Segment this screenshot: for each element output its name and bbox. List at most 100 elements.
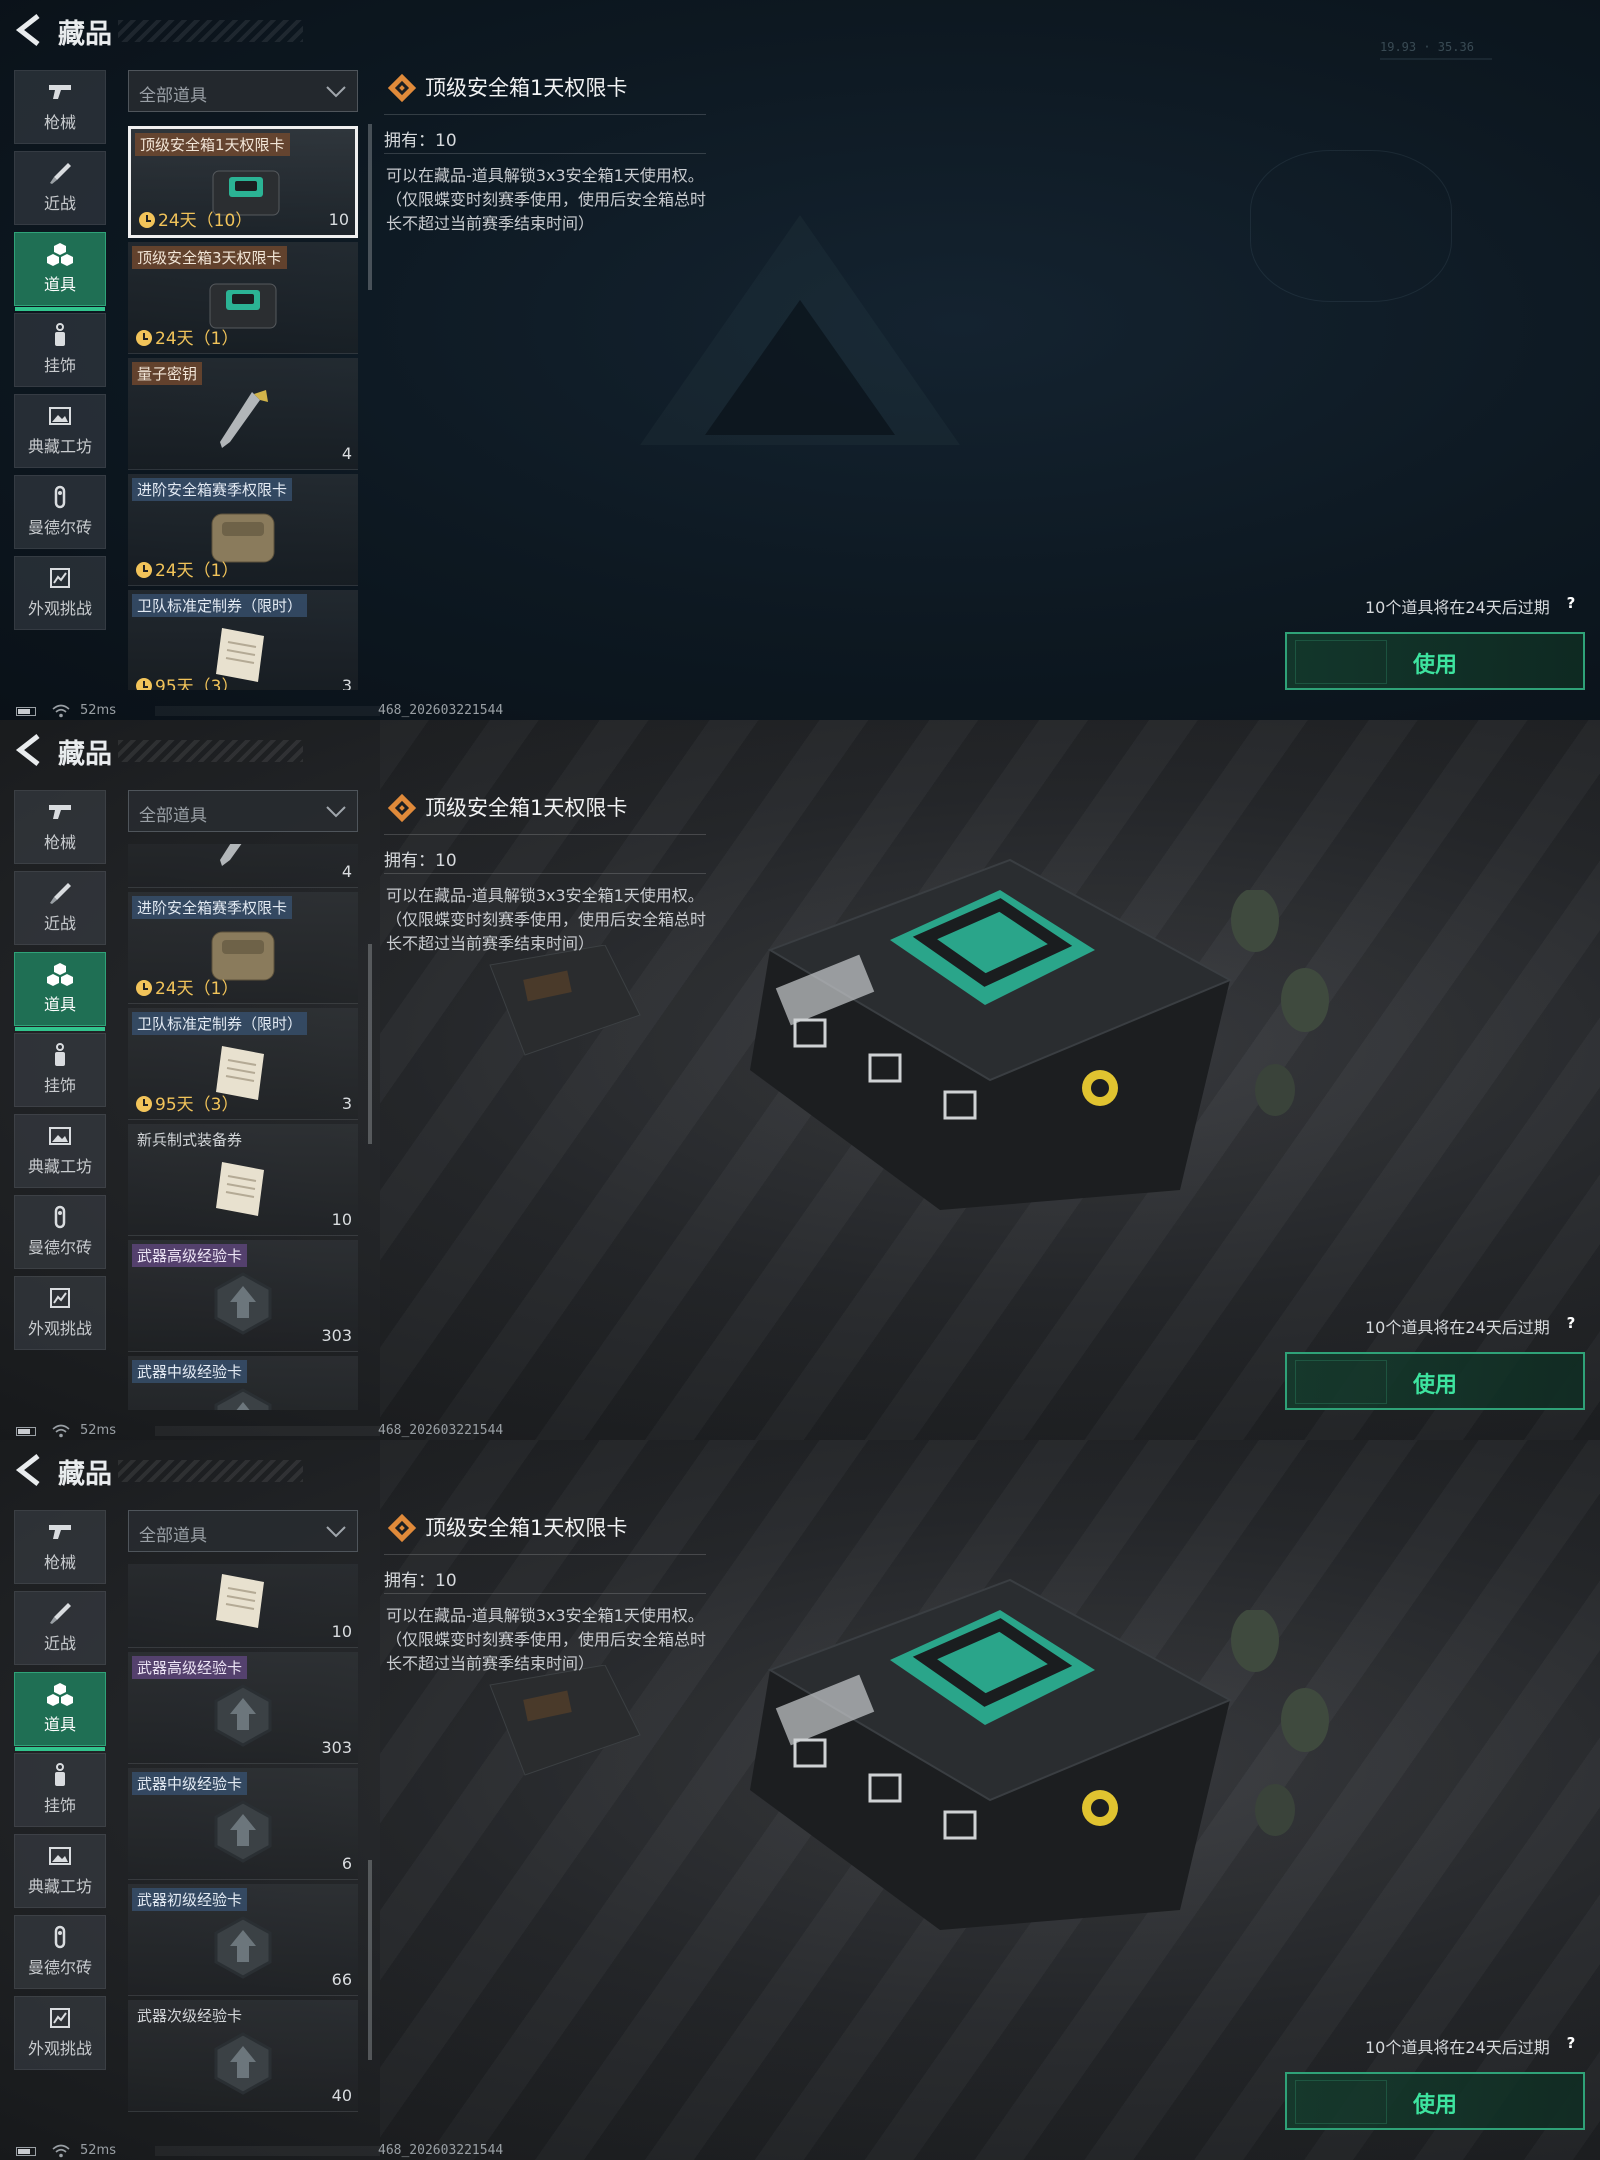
nav-item-4[interactable]: 典藏工坊 <box>14 1834 106 1908</box>
item-card[interactable]: 顶级安全箱1天权限卡 24天（10） 10 <box>128 126 358 238</box>
item-card[interactable]: 量子密钥 4 <box>128 358 358 470</box>
use-button[interactable]: 使用 <box>1285 2072 1585 2130</box>
nav-item-0[interactable]: 枪械 <box>14 1510 106 1584</box>
nav-item-3[interactable]: 挂饰 <box>14 1753 106 1827</box>
expire-notice: 10个道具将在24天后过期 <box>1365 1318 1550 1337</box>
clock-icon <box>139 212 155 228</box>
nav-item-0[interactable]: 枪械 <box>14 70 106 144</box>
nav-item-label: 道具 <box>43 275 76 294</box>
back-button[interactable] <box>14 732 46 768</box>
item-card[interactable]: 武器高级经验卡 303 <box>128 1240 358 1352</box>
nav-item-5[interactable]: 曼德尔砖 <box>14 1915 106 1989</box>
knife-icon <box>15 1592 105 1626</box>
item-card-name: 武器中级经验卡 <box>132 1772 248 1795</box>
nav-item-5[interactable]: 曼德尔砖 <box>14 475 106 549</box>
status-track <box>155 706 380 716</box>
item-card-name: 顶级安全箱1天权限卡 <box>135 133 290 156</box>
nav-item-1[interactable]: 近战 <box>14 1591 106 1665</box>
item-card[interactable]: 进阶安全箱赛季权限卡 24天（1） <box>128 474 358 586</box>
nav-item-3[interactable]: 挂饰 <box>14 1033 106 1107</box>
nav-item-6[interactable]: 外观挑战 <box>14 1276 106 1350</box>
item-card[interactable]: 武器中级经验卡 <box>128 1356 358 1410</box>
nav-item-5[interactable]: 曼德尔砖 <box>14 1195 106 1269</box>
nav-item-4[interactable]: 典藏工坊 <box>14 394 106 468</box>
nav-item-label: 曼德尔砖 <box>27 1238 92 1257</box>
nav-item-4[interactable]: 典藏工坊 <box>14 1114 106 1188</box>
nav-item-6[interactable]: 外观挑战 <box>14 1996 106 2070</box>
item-card-count: 303 <box>321 1738 352 1757</box>
item-card-name: 新兵制式装备券 <box>137 1131 243 1149</box>
list-scrollbar[interactable] <box>368 1860 372 2060</box>
nav-item-1[interactable]: 近战 <box>14 151 106 225</box>
nav-item-3[interactable]: 挂饰 <box>14 313 106 387</box>
badge-thumb <box>200 1680 286 1750</box>
item-card[interactable]: 新兵制式装备券 10 <box>128 1124 358 1236</box>
item-card-name: 卫队标准定制券（限时） <box>132 1012 308 1035</box>
item-card[interactable]: 武器次级经验卡 40 <box>128 2000 358 2112</box>
item-card-timer-text: 24天（1） <box>155 561 239 581</box>
item-card[interactable]: 武器中级经验卡 6 <box>128 1768 358 1880</box>
expire-notice: 10个道具将在24天后过期 <box>1365 598 1550 617</box>
nav-item-6[interactable]: 外观挑战 <box>14 556 106 630</box>
back-button[interactable] <box>14 12 46 48</box>
nav-item-label: 挂饰 <box>43 1076 76 1095</box>
item-card-timer-text: 95天（3） <box>155 1095 239 1115</box>
item-card-timer-text: 24天（1） <box>155 329 239 349</box>
item-card-name: 武器次级经验卡 <box>137 2007 243 2025</box>
item-detail-title: 顶级安全箱1天权限卡 <box>425 76 628 100</box>
help-icon[interactable]: ? <box>1560 594 1582 616</box>
key-thumb <box>200 386 286 456</box>
ping-value: 52ms <box>80 703 116 718</box>
help-icon[interactable]: ? <box>1560 2034 1582 2056</box>
status-bar: 52ms 468_202603221544 <box>0 700 1600 720</box>
use-button-label: 使用 <box>1412 1373 1457 1398</box>
item-card-count: 303 <box>321 1326 352 1345</box>
item-card-name: 卫队标准定制券（限时） <box>132 594 308 617</box>
chevron-down-icon <box>326 806 346 818</box>
owned-count: 拥有：10 <box>384 131 457 151</box>
nav-item-label: 外观挑战 <box>27 2039 92 2058</box>
nav-item-label: 挂饰 <box>43 1796 76 1815</box>
item-card[interactable]: 顶级安全箱3天权限卡 24天（1） <box>128 242 358 354</box>
item-filter-dropdown[interactable]: 全部道具 <box>128 70 358 112</box>
item-filter-dropdown[interactable]: 全部道具 <box>128 1510 358 1552</box>
nav-item-1[interactable]: 近战 <box>14 871 106 945</box>
build-id: 468_202603221544 <box>378 2143 504 2158</box>
title-decoration <box>118 20 303 42</box>
divider <box>384 153 706 154</box>
item-card-count: 4 <box>341 862 352 881</box>
back-arrow-icon <box>15 14 40 46</box>
nav-item-2[interactable]: 道具 <box>14 1672 106 1751</box>
back-button[interactable] <box>14 1452 46 1488</box>
paper-thumb <box>200 1564 286 1634</box>
nav-item-label: 挂饰 <box>43 356 76 375</box>
item-card[interactable]: 武器初级经验卡 66 <box>128 1884 358 1996</box>
nav-item-label: 典藏工坊 <box>27 1157 92 1176</box>
battery-icon <box>16 1427 36 1436</box>
item-card[interactable]: 进阶安全箱赛季权限卡 24天（1） <box>128 892 358 1004</box>
use-button[interactable]: 使用 <box>1285 632 1585 690</box>
charm-icon <box>15 1754 105 1788</box>
brick-icon <box>15 1196 105 1230</box>
use-button[interactable]: 使用 <box>1285 1352 1585 1410</box>
build-id: 468_202603221544 <box>378 1423 504 1438</box>
list-scrollbar[interactable] <box>368 124 372 290</box>
list-scrollbar[interactable] <box>368 944 372 1144</box>
wifi-icon <box>52 1424 70 1438</box>
nav-item-0[interactable]: 枪械 <box>14 790 106 864</box>
item-card[interactable]: 4 <box>128 844 358 888</box>
nav-item-2[interactable]: 道具 <box>14 232 106 311</box>
item-filter-dropdown[interactable]: 全部道具 <box>128 790 358 832</box>
help-icon[interactable]: ? <box>1560 1314 1582 1336</box>
grenade-artwork <box>1231 890 1329 1116</box>
divider <box>384 1593 706 1594</box>
nav-item-2[interactable]: 道具 <box>14 952 106 1031</box>
item-card[interactable]: 卫队标准定制券（限时） 95天（3） 3 <box>128 1008 358 1120</box>
item-card[interactable]: 卫队标准定制券（限时） 95天（3） 3 <box>128 590 358 690</box>
ping-value: 52ms <box>80 2143 116 2158</box>
item-rarity-icon <box>387 73 417 103</box>
item-card-name: 量子密钥 <box>132 362 203 385</box>
item-card[interactable]: 10 <box>128 1564 358 1648</box>
nav-item-label: 道具 <box>43 995 76 1014</box>
item-card[interactable]: 武器高级经验卡 303 <box>128 1652 358 1764</box>
